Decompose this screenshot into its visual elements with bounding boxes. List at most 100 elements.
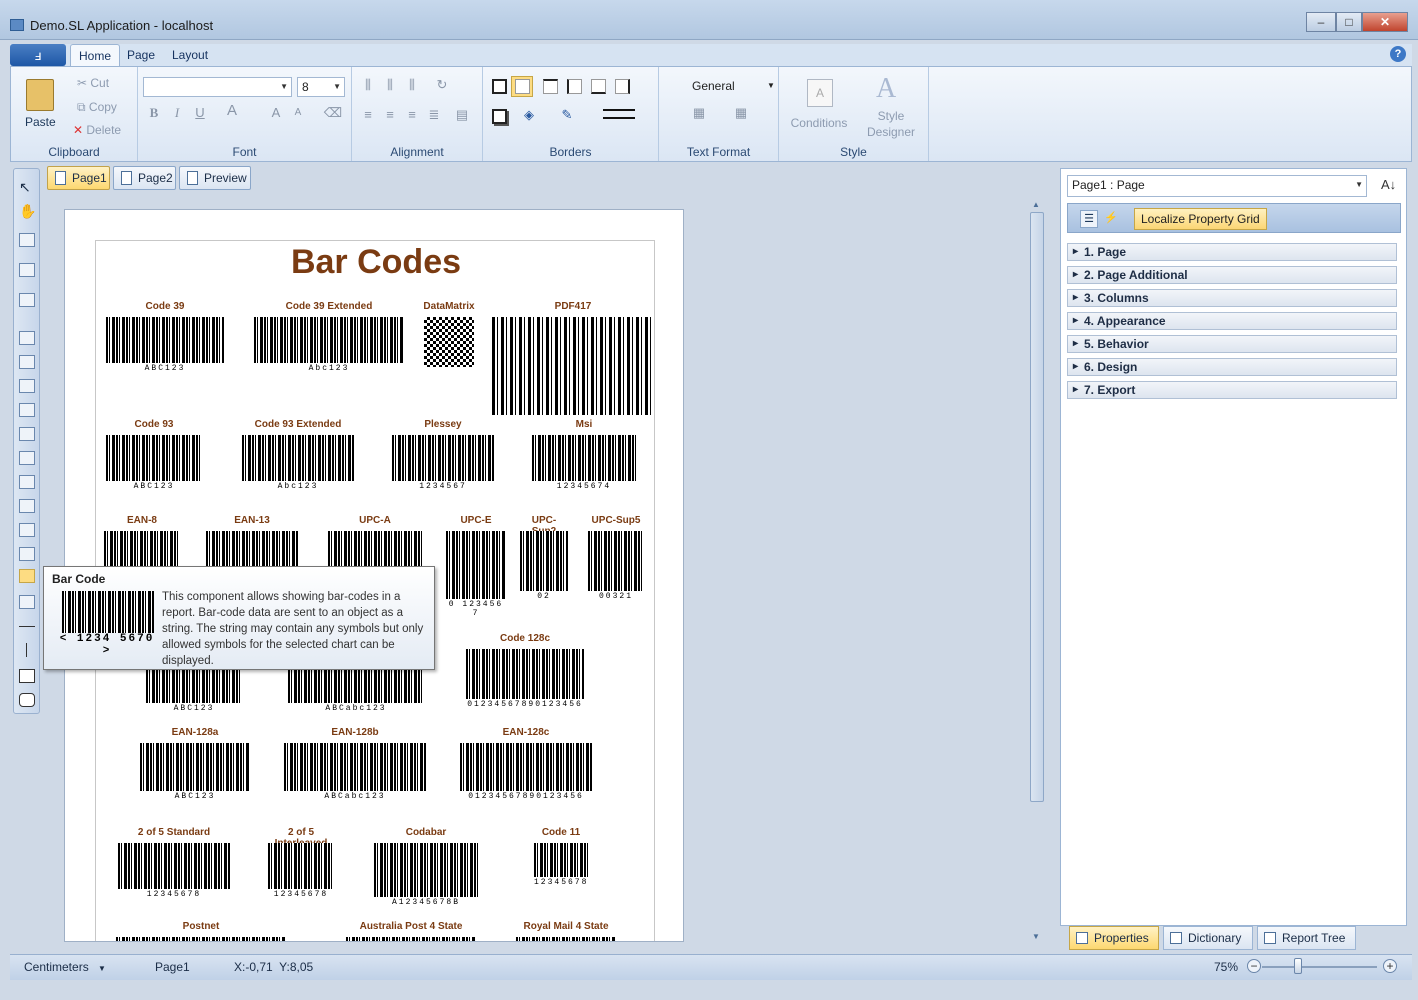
- font-size-combo[interactable]: 8 ▼: [297, 77, 345, 97]
- align-middle-icon[interactable]: ⫼: [380, 75, 400, 95]
- horizontal-line-icon[interactable]: [19, 626, 35, 627]
- border-style-icon[interactable]: [603, 109, 635, 119]
- shrink-font-icon[interactable]: A: [288, 103, 308, 123]
- barcode-component[interactable]: EAN-128c 01234567890123456: [460, 727, 592, 803]
- maximize-button[interactable]: □: [1336, 12, 1362, 32]
- clear-format-icon[interactable]: ⌫: [323, 103, 343, 123]
- tab-layout[interactable]: Layout: [164, 44, 216, 66]
- minimize-button[interactable]: –: [1306, 12, 1336, 32]
- align-right-icon[interactable]: ≡: [402, 105, 422, 125]
- barcode-component[interactable]: Code 39 Extended Abc123: [254, 301, 404, 375]
- tab-home[interactable]: Home: [70, 44, 121, 66]
- hand-icon[interactable]: ✋: [19, 203, 36, 219]
- paste-button[interactable]: Paste: [25, 115, 56, 129]
- justify-icon[interactable]: ≣: [424, 105, 444, 125]
- bold-icon[interactable]: B: [144, 103, 164, 123]
- barcode-component[interactable]: Royal Mail 4 State: [516, 921, 616, 941]
- barcode-component[interactable]: PDF417: [492, 301, 654, 427]
- table-icon[interactable]: [19, 499, 35, 513]
- font-color-icon[interactable]: A: [222, 101, 242, 121]
- barcode-component[interactable]: Plessey 1234567: [392, 419, 494, 493]
- category-design[interactable]: 6. Design: [1067, 358, 1397, 376]
- border-all-icon[interactable]: [492, 79, 507, 94]
- copy-button[interactable]: ⧉ Copy: [77, 100, 117, 115]
- object-selector[interactable]: Page1 : Page ▼: [1067, 175, 1367, 197]
- tab-page1[interactable]: Page1: [47, 166, 110, 190]
- barcode-component[interactable]: Code 128c 01234567890123456: [466, 633, 584, 711]
- barcode-component[interactable]: Msi 12345674: [532, 419, 636, 493]
- align-left-icon[interactable]: ≡: [358, 105, 378, 125]
- barcode-component[interactable]: UPC-Sup5 00321: [588, 515, 644, 603]
- zoom-in-icon[interactable]: +: [1383, 959, 1397, 973]
- localize-property-grid-button[interactable]: Localize Property Grid: [1134, 208, 1267, 230]
- select-pointer-icon[interactable]: ↖: [19, 179, 35, 195]
- tab-page[interactable]: Page: [119, 44, 163, 66]
- text-in-cells-icon[interactable]: [19, 403, 35, 417]
- application-menu-button[interactable]: ⅎ: [10, 44, 66, 66]
- barcode-component[interactable]: UPC-E 0 123456 7: [446, 515, 506, 618]
- cut-button[interactable]: ✂ Cut: [77, 76, 109, 90]
- category-page[interactable]: 1. Page: [1067, 243, 1397, 261]
- paste-icon[interactable]: [26, 79, 54, 111]
- barcode-component[interactable]: DataMatrix: [418, 301, 480, 379]
- text-component-icon[interactable]: [19, 379, 35, 393]
- units-selector[interactable]: Centimeters ▼: [24, 960, 106, 974]
- format-currency-icon[interactable]: ▦: [689, 103, 709, 123]
- events-view-icon[interactable]: ⚡: [1102, 210, 1120, 228]
- format-date-icon[interactable]: ▦: [731, 103, 751, 123]
- word-wrap-icon[interactable]: ▤: [452, 105, 472, 125]
- italic-icon[interactable]: I: [167, 103, 187, 123]
- tab-page2[interactable]: Page2: [113, 166, 176, 190]
- border-left-icon[interactable]: [567, 79, 582, 94]
- text-format-combo[interactable]: General: [692, 79, 735, 93]
- barcode-component[interactable]: Postnet: [116, 921, 286, 941]
- barcode-component[interactable]: 2 of 5 Interleaved12345678: [268, 827, 334, 901]
- sort-alphabetical-icon[interactable]: A↓: [1381, 177, 1396, 192]
- barcode-component[interactable]: 2 of 5 Standard 12345678: [118, 827, 230, 901]
- barcode-component[interactable]: EAN-128a ABC123: [140, 727, 250, 803]
- barcode-component[interactable]: Codabar A12345678B: [374, 827, 478, 909]
- barcode-component[interactable]: Code 93 ABC123: [106, 419, 202, 493]
- barcode-component[interactable]: Code 93 Extended Abc123: [242, 419, 354, 493]
- barcode-component[interactable]: EAN-128b ABCabc123: [284, 727, 426, 803]
- zoom-out-icon[interactable]: −: [1247, 959, 1261, 973]
- zoom-slider-thumb[interactable]: [1294, 958, 1302, 974]
- tab-preview[interactable]: Preview: [179, 166, 251, 190]
- font-family-combo[interactable]: ▼: [143, 77, 292, 97]
- canvas-scroll-thumb[interactable]: [1030, 212, 1044, 802]
- category-page-additional[interactable]: 2. Page Additional: [1067, 266, 1397, 284]
- align-bottom-icon[interactable]: ⫼: [402, 75, 422, 95]
- scroll-down-icon[interactable]: ▼: [1032, 932, 1040, 941]
- tab-dictionary[interactable]: Dictionary: [1163, 926, 1253, 950]
- rectangle-icon[interactable]: [19, 669, 35, 683]
- image-icon[interactable]: [19, 547, 35, 561]
- category-behavior[interactable]: 5. Behavior: [1067, 335, 1397, 353]
- conditions-button[interactable]: Conditions: [789, 116, 849, 130]
- rich-text-icon[interactable]: [19, 523, 35, 537]
- page-footer-band-icon[interactable]: [19, 331, 35, 345]
- grow-font-icon[interactable]: A: [266, 103, 286, 123]
- align-center-icon[interactable]: ≡: [380, 105, 400, 125]
- underline-icon[interactable]: U: [190, 103, 210, 123]
- shadow-icon[interactable]: [492, 109, 507, 124]
- delete-button[interactable]: ✕ Delete: [73, 123, 121, 137]
- align-top-icon[interactable]: ⫼: [358, 75, 378, 95]
- report-summary-band-icon[interactable]: [19, 355, 35, 369]
- container-icon[interactable]: [19, 451, 35, 465]
- category-export[interactable]: 7. Export: [1067, 381, 1397, 399]
- report-title-band-icon[interactable]: [19, 233, 35, 247]
- border-top-icon[interactable]: [543, 79, 558, 94]
- vertical-line-icon[interactable]: [26, 643, 27, 657]
- category-appearance[interactable]: 4. Appearance: [1067, 312, 1397, 330]
- checkbox-icon[interactable]: [19, 595, 35, 609]
- tab-properties[interactable]: Properties: [1069, 926, 1159, 950]
- border-right-icon[interactable]: [615, 79, 630, 94]
- zoom-slider-track[interactable]: [1262, 966, 1377, 968]
- scroll-up-icon[interactable]: ▲: [1032, 200, 1040, 209]
- barcode-component[interactable]: Code 39 ABC123: [106, 301, 224, 375]
- fill-color-icon[interactable]: ◈: [519, 105, 539, 125]
- border-none-button[interactable]: [511, 76, 533, 97]
- panel-icon[interactable]: [19, 427, 35, 441]
- barcode-icon[interactable]: [19, 569, 35, 583]
- barcode-component[interactable]: Code 11 12345678: [534, 827, 588, 889]
